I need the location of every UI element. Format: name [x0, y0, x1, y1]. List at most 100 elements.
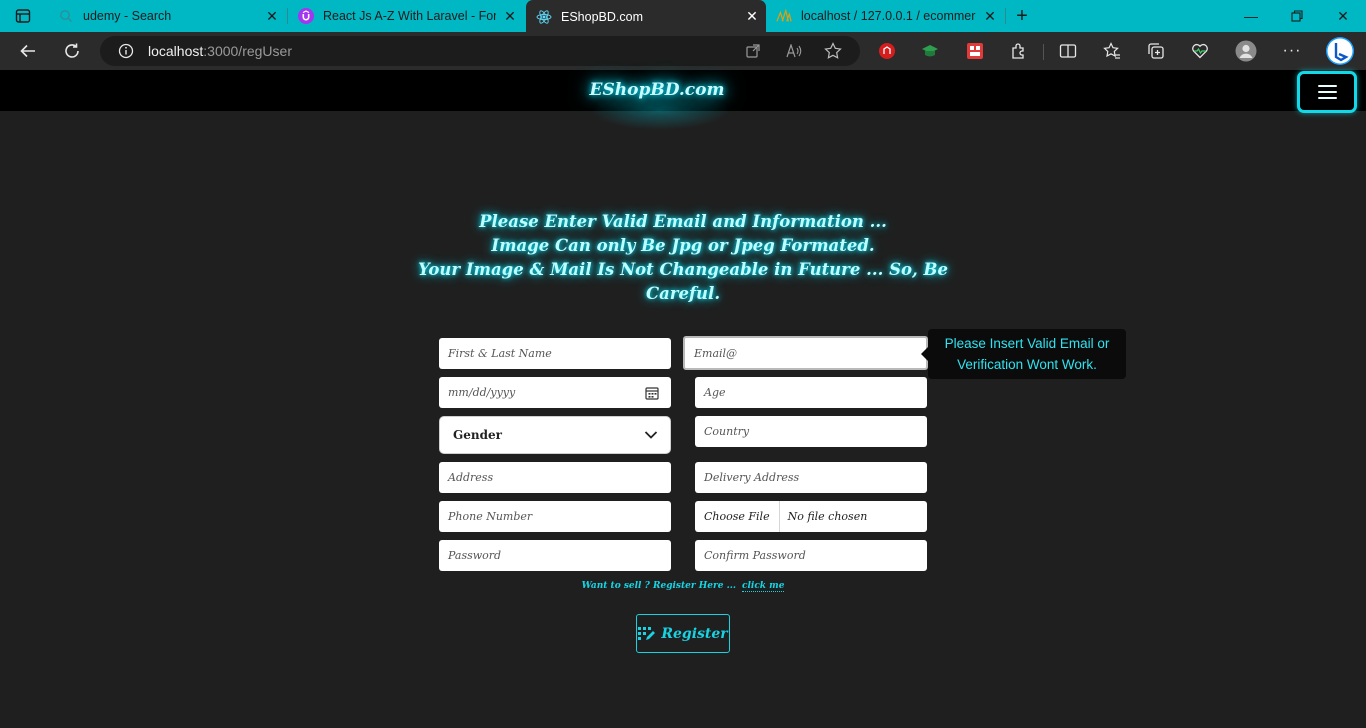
tab-title: udemy - Search — [83, 9, 172, 23]
extension-graduation-icon — [922, 45, 938, 57]
hamburger-icon-bar — [1317, 85, 1337, 87]
close-tab-icon[interactable]: ✕ — [976, 8, 1004, 25]
file-status: No file chosen — [787, 510, 868, 523]
age-placeholder: Age — [704, 386, 726, 399]
date-placeholder: mm/dd/yyyy — [448, 386, 516, 399]
phone-field[interactable]: Phone Number — [439, 501, 671, 532]
favorites-button[interactable] — [1097, 36, 1127, 66]
close-tab-icon[interactable]: ✕ — [738, 8, 766, 25]
hamburger-icon-bar — [1317, 97, 1337, 99]
email-tooltip: Please Insert Valid Email or Verificatio… — [921, 329, 1126, 379]
birthdate-field[interactable]: mm/dd/yyyy — [439, 377, 671, 408]
minimize-button[interactable]: — — [1228, 0, 1274, 32]
tab-actions-icon — [15, 9, 31, 23]
notice-line: Please Enter Valid Email and Information… — [479, 212, 887, 231]
email-placeholder: Email@ — [694, 346, 738, 360]
favorites-icon — [1103, 42, 1120, 59]
url-path: :3000/regUser — [203, 43, 292, 59]
extension-grid-icon — [967, 43, 983, 59]
tab-title: localhost / 127.0.0.1 / ecommerce — [801, 9, 976, 23]
react-icon — [536, 9, 552, 25]
close-window-button[interactable]: ✕ — [1320, 0, 1366, 32]
calendar-icon[interactable] — [645, 386, 659, 400]
heart-pulse-icon — [1192, 43, 1208, 59]
password-field[interactable]: Password — [439, 540, 671, 571]
favorite-star-icon[interactable] — [824, 42, 842, 60]
restore-button[interactable] — [1274, 0, 1320, 32]
udemy-icon — [298, 8, 314, 24]
restore-icon — [1291, 10, 1303, 22]
split-screen-button[interactable] — [1053, 36, 1083, 66]
collections-button[interactable] — [1141, 36, 1171, 66]
tab-actions-button[interactable] — [0, 0, 46, 32]
phone-placeholder: Phone Number — [448, 510, 533, 523]
bing-copilot-button[interactable] — [1324, 35, 1356, 67]
close-tab-icon[interactable]: ✕ — [496, 8, 524, 25]
site-info-icon[interactable] — [118, 43, 134, 59]
browser-tab-strip: udemy - Search ✕ React Js A-Z With Larav… — [0, 0, 1366, 33]
address-placeholder: Address — [448, 471, 494, 484]
site-navbar: EShopBD.com — [0, 70, 1366, 130]
more-icon: ··· — [1282, 42, 1302, 59]
refresh-button[interactable] — [57, 36, 87, 66]
url-host: localhost — [148, 43, 204, 59]
menu-toggle-button[interactable] — [1297, 71, 1357, 113]
delivery-placeholder: Delivery Address — [704, 471, 800, 484]
open-in-app-icon[interactable] — [746, 44, 760, 58]
close-tab-icon[interactable]: ✕ — [258, 8, 286, 25]
extension-red-icon — [879, 43, 895, 59]
tab-eshopbd[interactable]: EShopBD.com ✕ — [526, 0, 766, 33]
tooltip-line: Verification Wont Work. — [957, 357, 1097, 372]
search-icon — [58, 8, 74, 24]
extension-1-button[interactable] — [872, 36, 902, 66]
gender-select[interactable]: Gender — [439, 416, 671, 454]
tooltip-line: Please Insert Valid Email or — [944, 336, 1110, 351]
notice-line: Your Image & Mail Is Not Changeable in F… — [418, 260, 948, 303]
age-field[interactable]: Age — [695, 377, 927, 408]
site-brand[interactable]: EShopBD.com — [560, 80, 754, 100]
extension-2-button[interactable] — [915, 36, 945, 66]
tab-phpmyadmin[interactable]: localhost / 127.0.0.1 / ecommerce ✕ — [766, 0, 1004, 32]
tab-react-course[interactable]: React Js A-Z With Laravel - For Be ✕ — [288, 0, 524, 32]
country-placeholder: Country — [704, 425, 750, 438]
extensions-button[interactable] — [1004, 36, 1034, 66]
close-icon: ✕ — [1337, 7, 1349, 24]
url-text: localhost:3000/regUser — [148, 43, 292, 59]
phpmyadmin-icon — [776, 8, 792, 24]
register-icon — [638, 626, 656, 640]
split-screen-icon — [1059, 44, 1077, 58]
chevron-down-icon — [644, 431, 658, 439]
tab-title: EShopBD.com — [561, 9, 643, 24]
back-button[interactable] — [13, 36, 43, 66]
profile-button[interactable] — [1231, 36, 1261, 66]
address-field[interactable]: Address — [439, 462, 671, 493]
confirm-password-field[interactable]: Confirm Password — [695, 540, 927, 571]
tab-separator — [1005, 8, 1006, 24]
image-file-input[interactable]: Choose File No file chosen — [695, 501, 927, 532]
email-field[interactable]: Email@ — [683, 336, 928, 370]
back-arrow-icon — [20, 44, 35, 58]
extension-3-button[interactable] — [960, 36, 990, 66]
name-placeholder: First & Last Name — [448, 347, 552, 360]
browser-essentials-button[interactable] — [1185, 36, 1215, 66]
read-aloud-icon[interactable] — [786, 44, 802, 58]
collections-icon — [1148, 43, 1164, 59]
confirm-placeholder: Confirm Password — [704, 549, 806, 562]
seller-text: Want to sell ? Register Here ... — [581, 581, 736, 591]
country-field[interactable]: Country — [695, 416, 927, 447]
tab-udemy-search[interactable]: udemy - Search ✕ — [48, 0, 286, 32]
seller-register-link[interactable]: click me — [742, 581, 785, 592]
seller-register-prompt: Want to sell ? Register Here ... click me — [440, 581, 926, 592]
puzzle-icon — [1012, 43, 1024, 59]
hamburger-icon-bar — [1317, 91, 1337, 93]
settings-more-button[interactable]: ··· — [1277, 36, 1307, 66]
new-tab-button[interactable]: + — [1008, 0, 1036, 32]
plus-icon: + — [1016, 4, 1028, 27]
register-button[interactable]: Register — [636, 614, 730, 653]
name-field[interactable]: First & Last Name — [439, 338, 671, 369]
delivery-address-field[interactable]: Delivery Address — [695, 462, 927, 493]
choose-file-button[interactable]: Choose File — [695, 501, 780, 532]
address-bar[interactable]: localhost:3000/regUser — [100, 36, 860, 66]
avatar-icon — [1235, 40, 1257, 62]
registration-notice: Please Enter Valid Email and Information… — [383, 210, 983, 306]
